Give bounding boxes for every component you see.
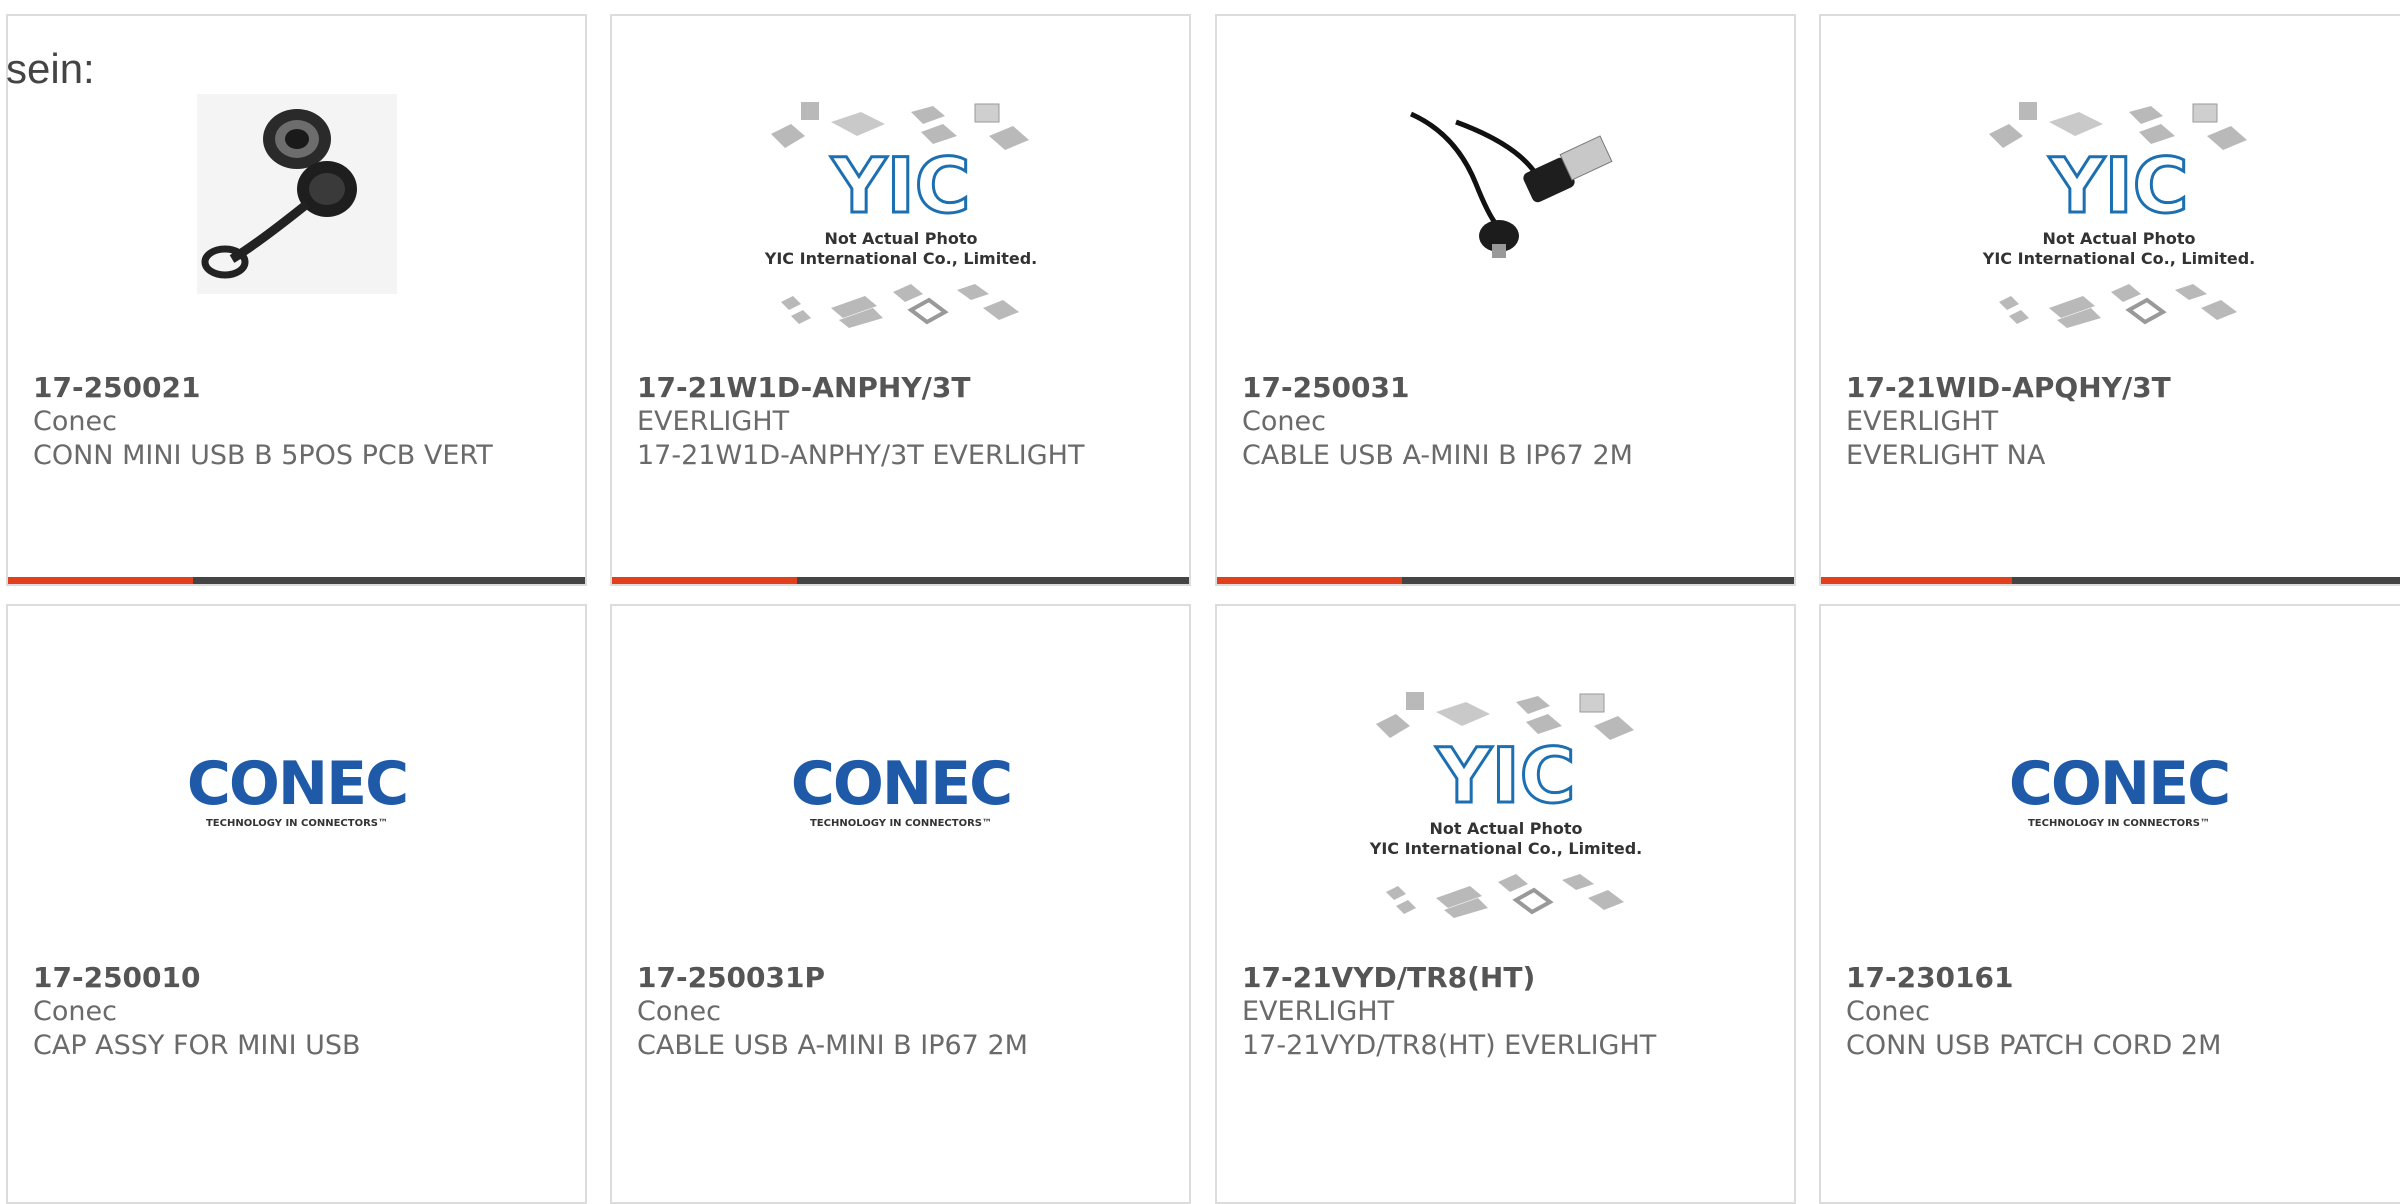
progress-bar — [8, 577, 585, 584]
description: CABLE USB A-MINI B IP67 2M — [1242, 440, 1633, 471]
product-card[interactable]: 17-250031 Conec CABLE USB A-MINI B IP67 … — [1215, 14, 1796, 586]
product-image[interactable]: YIC Not Actual Photo YIC International C… — [612, 94, 1189, 328]
conec-logo-icon: CONEC TECHNOLOGY IN CONNECTORS™ — [791, 749, 1011, 829]
manufacturer: Conec — [33, 406, 117, 437]
conec-tagline: TECHNOLOGY IN CONNECTORS™ — [2028, 818, 2210, 829]
yic-placeholder-icon: YIC Not Actual Photo YIC International C… — [763, 102, 1037, 328]
yic-logo: YIC — [2048, 141, 2188, 230]
progress-bar — [612, 577, 1189, 584]
description: CONN MINI USB B 5POS PCB VERT — [33, 440, 493, 471]
product-card[interactable]: 17-250021 Conec CONN MINI USB B 5POS PCB… — [6, 14, 587, 586]
part-number[interactable]: 17-250031 — [1242, 371, 1776, 405]
product-card[interactable]: CONEC TECHNOLOGY IN CONNECTORS™ 17-25001… — [6, 604, 587, 1204]
part-number[interactable]: 17-230161 — [1846, 961, 2399, 995]
conec-logo: CONEC — [791, 749, 1011, 819]
intro-text: sein: — [6, 45, 95, 92]
part-number[interactable]: 17-21W1D-ANPHY/3T — [637, 371, 1171, 405]
part-number[interactable]: 17-250021 — [33, 371, 567, 405]
product-card[interactable]: YIC Not Actual Photo YIC International C… — [1215, 604, 1796, 1204]
progress-bar — [1821, 577, 2400, 584]
product-image[interactable] — [8, 94, 585, 314]
manufacturer: Conec — [33, 996, 117, 1027]
manufacturer: Conec — [1242, 406, 1326, 437]
manufacturer: Conec — [1846, 996, 1930, 1027]
product-image[interactable]: YIC Not Actual Photo YIC International C… — [1821, 94, 2400, 328]
image-caption: YIC International Co., Limited. — [1982, 249, 2255, 268]
product-image[interactable]: YIC Not Actual Photo YIC International C… — [1217, 684, 1794, 918]
yic-logo: YIC — [830, 141, 970, 230]
connector-with-cap-photo-icon — [196, 94, 397, 294]
conec-logo-icon: CONEC TECHNOLOGY IN CONNECTORS™ — [187, 749, 407, 829]
description: CAP ASSY FOR MINI USB — [33, 1030, 361, 1061]
product-image[interactable] — [1217, 94, 1794, 314]
image-caption: Not Actual Photo — [1429, 819, 1582, 838]
conec-logo-icon: CONEC TECHNOLOGY IN CONNECTORS™ — [2009, 749, 2229, 829]
yic-placeholder-icon: YIC Not Actual Photo YIC International C… — [1982, 102, 2255, 328]
part-number[interactable]: 17-250010 — [33, 961, 567, 995]
product-card[interactable]: CONEC TECHNOLOGY IN CONNECTORS™ 17-25003… — [610, 604, 1191, 1204]
conec-logo: CONEC — [2009, 749, 2229, 819]
product-image[interactable]: CONEC TECHNOLOGY IN CONNECTORS™ — [1821, 684, 2400, 904]
manufacturer: Conec — [637, 996, 721, 1027]
part-number[interactable]: 17-250031P — [637, 961, 1171, 995]
yic-logo: YIC — [1435, 731, 1575, 820]
product-card[interactable]: CONEC TECHNOLOGY IN CONNECTORS™ 17-23016… — [1819, 604, 2400, 1204]
product-card[interactable]: YIC Not Actual Photo YIC International C… — [1819, 14, 2400, 586]
conec-tagline: TECHNOLOGY IN CONNECTORS™ — [809, 818, 991, 829]
yic-placeholder-icon: YIC Not Actual Photo YIC International C… — [1368, 692, 1642, 918]
usb-cable-photo-icon — [1409, 111, 1613, 258]
description: CONN USB PATCH CORD 2M — [1846, 1030, 2222, 1061]
part-number[interactable]: 17-21WID-APQHY/3T — [1846, 371, 2399, 405]
product-image[interactable]: CONEC TECHNOLOGY IN CONNECTORS™ — [8, 684, 585, 904]
manufacturer: EVERLIGHT — [1242, 996, 1395, 1027]
manufacturer: EVERLIGHT — [637, 406, 790, 437]
description: EVERLIGHT NA — [1846, 440, 2046, 471]
product-card[interactable]: YIC Not Actual Photo YIC International C… — [610, 14, 1191, 586]
image-caption: YIC International Co., Limited. — [763, 249, 1036, 268]
conec-logo: CONEC — [187, 749, 407, 819]
progress-bar — [1217, 577, 1794, 584]
image-caption: Not Actual Photo — [824, 229, 977, 248]
description: 17-21W1D-ANPHY/3T EVERLIGHT — [637, 440, 1085, 471]
image-caption: Not Actual Photo — [2042, 229, 2195, 248]
description: 17-21VYD/TR8(HT) EVERLIGHT — [1242, 1030, 1657, 1061]
conec-tagline: TECHNOLOGY IN CONNECTORS™ — [205, 818, 387, 829]
manufacturer: EVERLIGHT — [1846, 406, 1999, 437]
product-image[interactable]: CONEC TECHNOLOGY IN CONNECTORS™ — [612, 684, 1189, 904]
image-caption: YIC International Co., Limited. — [1368, 839, 1641, 858]
product-grid: 17-250021 Conec CONN MINI USB B 5POS PCB… — [0, 0, 2400, 1204]
description: CABLE USB A-MINI B IP67 2M — [637, 1030, 1028, 1061]
part-number[interactable]: 17-21VYD/TR8(HT) — [1242, 961, 1776, 995]
